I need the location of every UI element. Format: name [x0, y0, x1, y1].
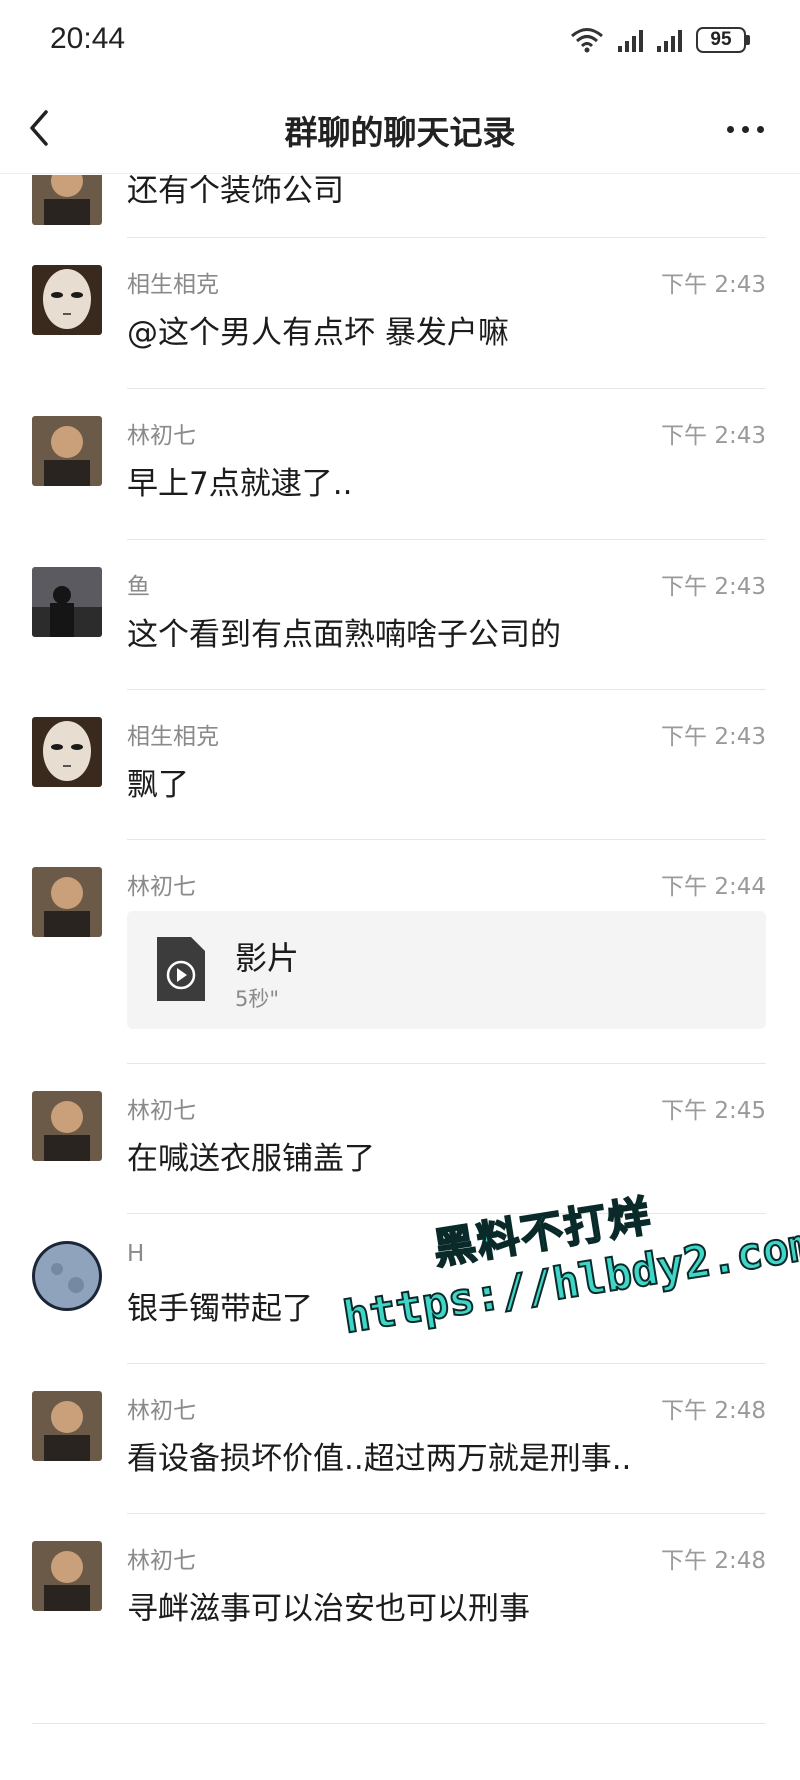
more-icon[interactable]: [727, 126, 764, 133]
message-time: 下午 2:48: [661, 1548, 766, 1574]
video-file-card[interactable]: 影片 5秒": [127, 911, 766, 1029]
status-icons: 95: [570, 26, 750, 54]
message-list[interactable]: 还有个装饰公司 相生相克 下午 2:43 @这个男人有点坏 暴发户嘛 林初七 下…: [0, 175, 800, 1780]
video-file-icon: [157, 937, 205, 1001]
message-time: 下午 2:43: [661, 423, 766, 449]
sender-name: 林初七: [127, 874, 196, 900]
divider: [127, 1063, 766, 1064]
message-item[interactable]: 林初七 下午 2:48 寻衅滋事可以治安也可以刑事: [0, 1541, 800, 1651]
avatar[interactable]: [32, 1541, 102, 1611]
signal-icon: [618, 28, 643, 52]
avatar[interactable]: [32, 265, 102, 335]
avatar[interactable]: [32, 175, 102, 225]
avatar[interactable]: [32, 1091, 102, 1161]
avatar[interactable]: [32, 717, 102, 787]
divider: [32, 1723, 766, 1724]
divider: [127, 1213, 766, 1214]
wifi-icon: [571, 28, 603, 53]
avatar[interactable]: [32, 867, 102, 937]
message-item[interactable]: 林初七 下午 2:43 早上7点就逮了..: [0, 416, 800, 526]
sender-name: 林初七: [127, 423, 196, 449]
message-item[interactable]: 相生相克 下午 2:43 @这个男人有点坏 暴发户嘛: [0, 265, 800, 375]
divider: [127, 839, 766, 840]
message-item[interactable]: 林初七 下午 2:44 影片 5秒": [0, 867, 800, 1067]
avatar[interactable]: [32, 567, 102, 637]
sender-name: H: [127, 1241, 145, 1267]
sender-name: 相生相克: [127, 724, 219, 750]
message-item[interactable]: 还有个装饰公司: [0, 175, 800, 235]
sender-name: 林初七: [127, 1548, 196, 1574]
sender-name: 林初七: [127, 1398, 196, 1424]
message-text: 在喊送衣服铺盖了: [127, 1141, 375, 1177]
message-time: 下午 2:48: [661, 1398, 766, 1424]
divider: [127, 388, 766, 389]
message-text: 还有个装饰公司: [127, 175, 344, 209]
divider: [127, 1513, 766, 1514]
avatar[interactable]: [32, 1391, 102, 1461]
message-text: 看设备损坏价值..超过两万就是刑事..: [127, 1441, 632, 1477]
message-text: 早上7点就逮了..: [127, 466, 353, 502]
signal-icon: [657, 28, 682, 52]
message-item[interactable]: 林初七 下午 2:45 在喊送衣服铺盖了: [0, 1091, 800, 1201]
message-time: 下午 2:44: [661, 874, 766, 900]
divider: [127, 237, 766, 238]
sender-name: 鱼: [127, 574, 150, 600]
battery-icon: 95: [696, 27, 750, 53]
message-text: 寻衅滋事可以治安也可以刑事: [127, 1591, 530, 1627]
message-item[interactable]: 相生相克 下午 2:43 飘了: [0, 717, 800, 827]
message-item[interactable]: 林初七 下午 2:48 看设备损坏价值..超过两万就是刑事..: [0, 1391, 800, 1501]
sender-name: 相生相克: [127, 272, 219, 298]
file-name: 影片: [235, 939, 300, 977]
battery-level: 95: [696, 27, 746, 53]
message-item[interactable]: H 银手镯带起了: [0, 1241, 800, 1351]
message-time: 下午 2:45: [661, 1098, 766, 1124]
message-time: 下午 2:43: [661, 724, 766, 750]
sender-name: 林初七: [127, 1098, 196, 1124]
divider: [127, 539, 766, 540]
message-item[interactable]: 鱼 下午 2:43 这个看到有点面熟喃啥子公司的: [0, 567, 800, 677]
avatar[interactable]: [32, 416, 102, 486]
message-text: @这个男人有点坏 暴发户嘛: [127, 315, 509, 351]
avatar[interactable]: [32, 1241, 102, 1311]
divider: [127, 1363, 766, 1364]
message-text: 这个看到有点面熟喃啥子公司的: [127, 617, 561, 653]
nav-bar: 群聊的聊天记录: [0, 82, 800, 174]
message-time: 下午 2:43: [661, 574, 766, 600]
status-time: 20:44: [50, 22, 126, 55]
page-title: 群聊的聊天记录: [284, 113, 516, 152]
message-text: 飘了: [127, 767, 189, 803]
divider: [127, 689, 766, 690]
status-bar: 20:44 95: [0, 0, 800, 82]
message-text: 银手镯带起了: [127, 1291, 313, 1327]
message-time: 下午 2:43: [661, 272, 766, 298]
file-duration: 5秒": [235, 987, 280, 1011]
